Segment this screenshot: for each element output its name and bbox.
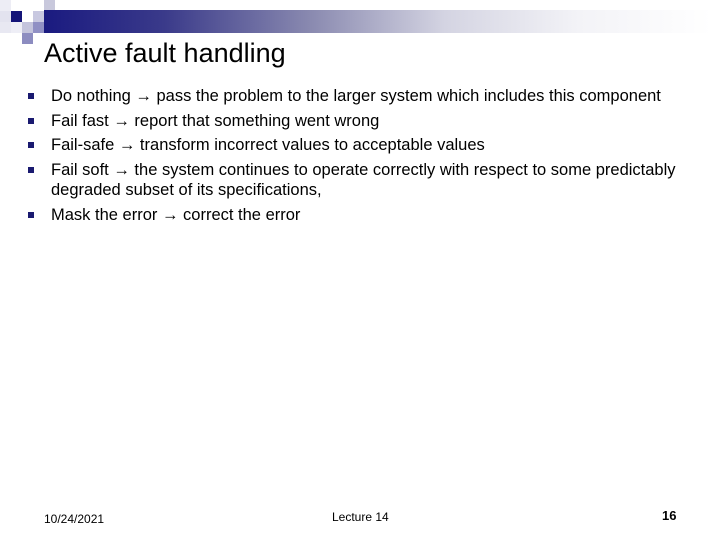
square-bullet-icon bbox=[28, 117, 34, 124]
decor-square bbox=[0, 0, 11, 11]
footer-date: 10/24/2021 bbox=[44, 512, 105, 526]
slide-number: 16 bbox=[662, 508, 677, 523]
bullet-text: Do nothing → pass the problem to the lar… bbox=[51, 87, 661, 105]
bullet-text: Fail soft → the system continues to oper… bbox=[51, 160, 676, 200]
square-bullet-icon bbox=[28, 142, 34, 148]
bullet-text: Fail-safe → transform incorrect values t… bbox=[51, 136, 485, 154]
decor-square bbox=[0, 22, 11, 33]
slide-title: Active fault handling bbox=[44, 38, 286, 68]
decor-square bbox=[0, 11, 11, 22]
bullet-list: Do nothing → pass the problem to the lar… bbox=[28, 86, 688, 229]
bullet-item: Fail fast → report that something went w… bbox=[28, 111, 688, 132]
square-bullet-icon bbox=[28, 211, 34, 218]
decor-square bbox=[22, 33, 33, 44]
title-gradient-bar bbox=[44, 10, 712, 33]
decor-square bbox=[22, 22, 33, 33]
bullet-item: Fail soft → the system continues to oper… bbox=[28, 160, 688, 201]
bullet-item: Mask the error → correct the error bbox=[28, 205, 688, 226]
square-bullet-icon bbox=[28, 166, 34, 173]
footer-lecture: Lecture 14 bbox=[332, 510, 389, 524]
bullet-item: Do nothing → pass the problem to the lar… bbox=[28, 86, 688, 107]
bullet-item: Fail-safe → transform incorrect values t… bbox=[28, 135, 688, 156]
decor-square bbox=[33, 11, 44, 22]
decor-square bbox=[11, 22, 22, 33]
square-bullet-icon bbox=[28, 93, 34, 99]
bullet-text: Mask the error → correct the error bbox=[51, 205, 301, 224]
bullet-text: Fail fast → report that something went w… bbox=[51, 111, 380, 130]
decor-square bbox=[11, 11, 22, 22]
decor-square bbox=[33, 22, 44, 33]
